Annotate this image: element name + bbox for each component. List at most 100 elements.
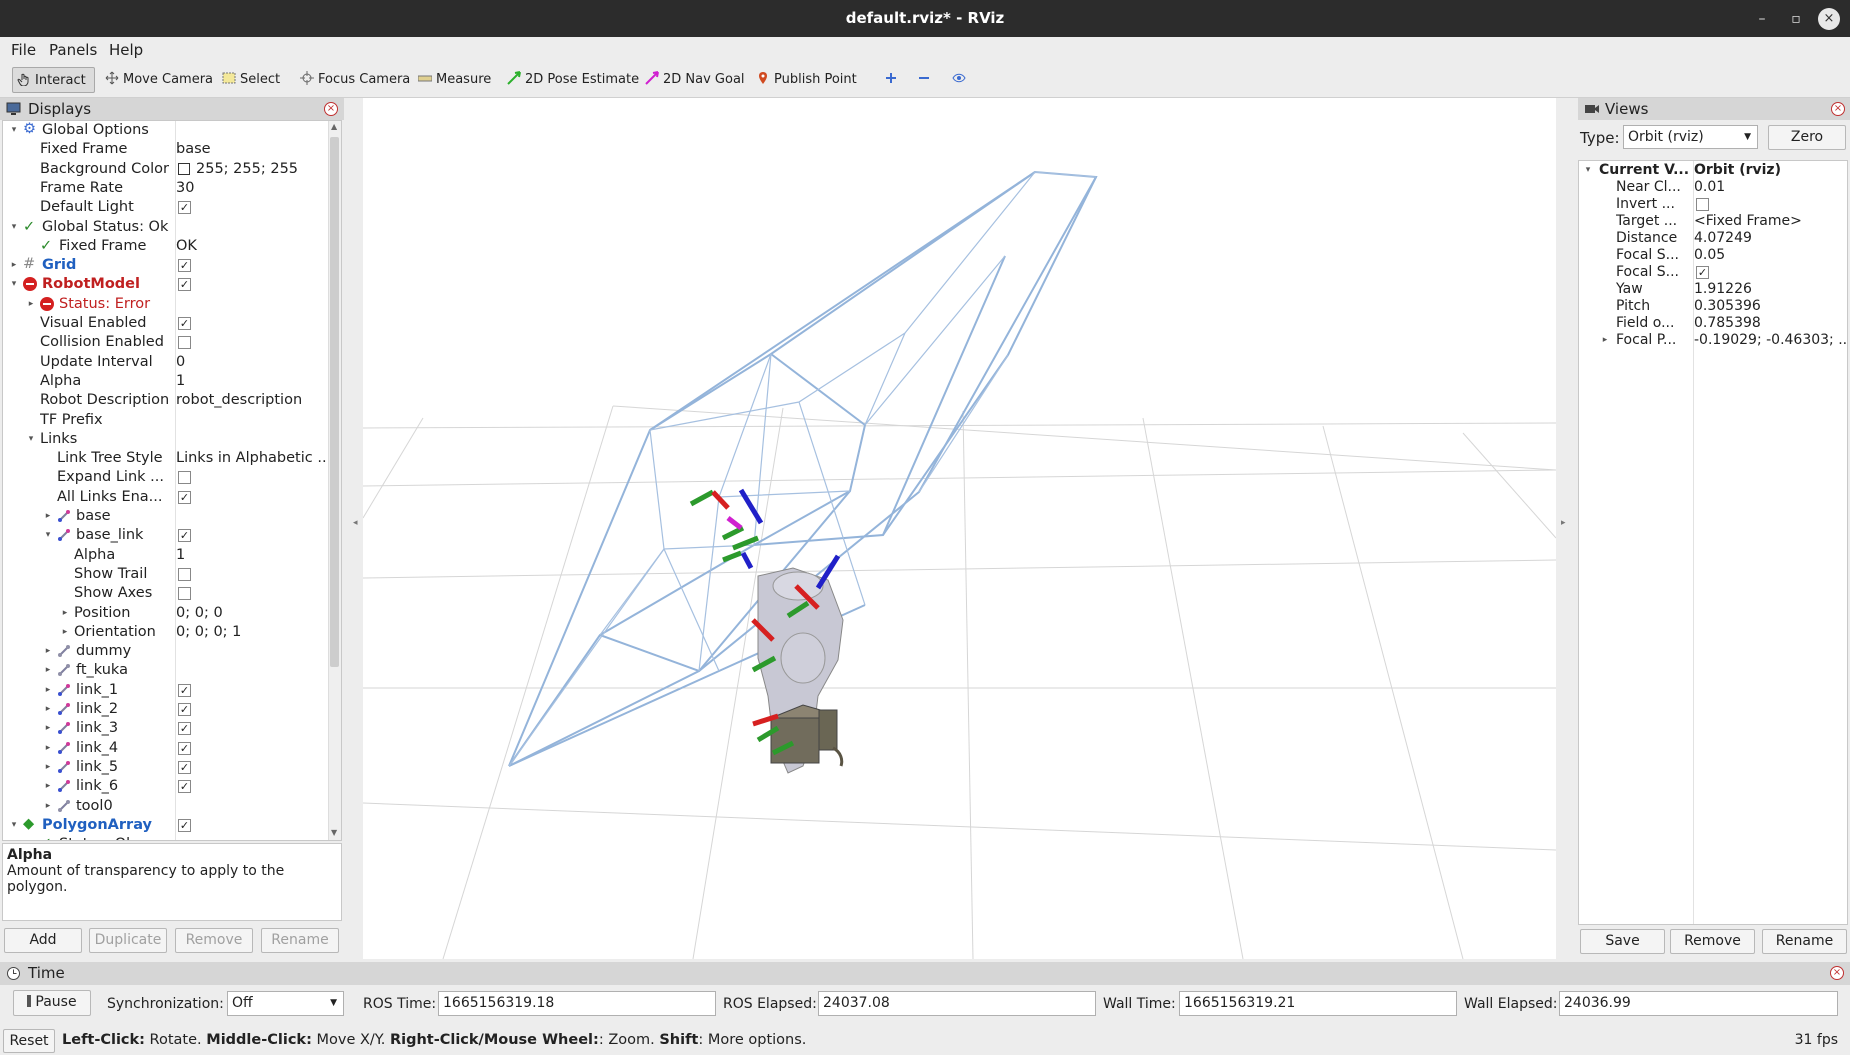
display-tree-row[interactable]: Visual Enabled ✓ xyxy=(3,314,329,333)
save-view-button[interactable]: Save xyxy=(1580,929,1665,954)
publish-point-tool-button[interactable]: Publish Point xyxy=(752,67,861,93)
collapse-right-icon[interactable]: ▸ xyxy=(1561,518,1566,528)
checkbox[interactable]: ✓ xyxy=(178,741,191,755)
add-tool-button[interactable] xyxy=(880,67,904,93)
expand-right-icon[interactable]: ▸ xyxy=(43,681,53,700)
display-tree-row[interactable]: TF Prefix xyxy=(3,411,329,430)
expand-right-icon[interactable]: ▸ xyxy=(9,256,19,275)
display-tree-row[interactable]: Fixed Frame base xyxy=(3,140,329,159)
right-dock-splitter[interactable]: ▸ xyxy=(1556,98,1574,959)
checkbox[interactable]: ✓ xyxy=(1696,266,1709,279)
view-property-value[interactable]: Orbit (rviz) xyxy=(1694,162,1846,179)
display-row-value[interactable]: OK xyxy=(176,237,326,256)
remove-view-button[interactable]: Remove xyxy=(1670,929,1755,954)
expand-down-icon[interactable]: ▾ xyxy=(43,526,53,545)
display-tree-row[interactable]: Collision Enabled xyxy=(3,333,329,352)
expand-down-icon[interactable]: ▾ xyxy=(9,275,19,294)
display-row-value[interactable]: robot_description xyxy=(176,391,326,410)
checkbox[interactable]: ✓ xyxy=(178,259,191,273)
expand-right-icon[interactable]: ▸ xyxy=(26,295,36,314)
ros-elapsed-field[interactable]: 24037.08 xyxy=(818,991,1096,1016)
display-tree-row[interactable]: ▸ link_1 ✓ xyxy=(3,681,329,700)
display-tree-row[interactable]: ▾ Links xyxy=(3,430,329,449)
display-row-value[interactable]: 1 xyxy=(176,372,326,391)
view-property-row[interactable]: ▾ Current V... Orbit (rviz) xyxy=(1579,162,1847,179)
expand-right-icon[interactable]: ▸ xyxy=(60,623,70,642)
expand-right-icon[interactable]: ▸ xyxy=(43,739,53,758)
checkbox[interactable] xyxy=(178,567,191,581)
ros-time-field[interactable]: 1665156319.18 xyxy=(438,991,716,1016)
sync-select[interactable]: Off ▼ xyxy=(227,991,344,1016)
views-close-icon[interactable]: × xyxy=(1831,102,1845,116)
displays-close-icon[interactable]: × xyxy=(324,102,338,116)
rename-view-button[interactable]: Rename xyxy=(1762,929,1847,954)
expand-down-icon[interactable]: ▾ xyxy=(9,121,19,140)
display-tree-row[interactable]: ▸ Status: Error xyxy=(3,295,329,314)
display-row-value[interactable]: 0; 0; 0; 1 xyxy=(176,623,326,642)
expand-down-icon[interactable]: ▾ xyxy=(26,430,36,449)
display-tree-row[interactable]: ✓ Fixed Frame OK xyxy=(3,237,329,256)
duplicate-display-button[interactable]: Duplicate xyxy=(89,928,167,953)
expand-down-icon[interactable]: ▾ xyxy=(9,218,19,237)
display-tree-row[interactable]: ▸ link_5 ✓ xyxy=(3,758,329,777)
display-tree-row[interactable]: Alpha 1 xyxy=(3,372,329,391)
display-tree-row[interactable]: Update Interval 0 xyxy=(3,353,329,372)
display-tree-row[interactable]: Frame Rate 30 xyxy=(3,179,329,198)
checkbox[interactable]: ✓ xyxy=(178,278,191,292)
checkbox[interactable]: ✓ xyxy=(178,760,191,774)
view-property-row[interactable]: Yaw 1.91226 xyxy=(1579,281,1847,298)
view-property-row[interactable]: Focal S... 0.05 xyxy=(1579,247,1847,264)
add-display-button[interactable]: Add xyxy=(4,928,82,953)
view-property-value[interactable]: 0.01 xyxy=(1694,179,1846,196)
view-property-value[interactable]: 0.785398 xyxy=(1694,315,1846,332)
checkbox[interactable] xyxy=(178,471,191,485)
maximize-button[interactable]: ▫ xyxy=(1785,8,1807,30)
view-property-value[interactable]: 0.05 xyxy=(1694,247,1846,264)
select-tool-button[interactable]: Select xyxy=(218,67,284,93)
view-property-row[interactable]: Distance 4.07249 xyxy=(1579,230,1847,247)
scroll-down-icon[interactable]: ▼ xyxy=(331,828,337,837)
checkbox[interactable]: ✓ xyxy=(178,490,191,504)
view-property-row[interactable]: Target ... <Fixed Frame> xyxy=(1579,213,1847,230)
display-tree-row[interactable]: Show Trail xyxy=(3,565,329,584)
checkbox[interactable]: ✓ xyxy=(178,703,191,716)
rename-display-button[interactable]: Rename xyxy=(261,928,339,953)
display-tree-row[interactable]: ▾ ⚙ Global Options xyxy=(3,121,329,140)
render-viewport[interactable] xyxy=(362,98,1557,960)
display-tree-row[interactable]: ▾ base_link ✓ xyxy=(3,526,329,545)
expand-right-icon[interactable]: ▸ xyxy=(1600,332,1610,349)
view-property-value[interactable]: <Fixed Frame> xyxy=(1694,213,1846,230)
display-tree-row[interactable]: Expand Link ... xyxy=(3,468,329,487)
expand-right-icon[interactable]: ▸ xyxy=(43,642,53,661)
display-tree-row[interactable]: ▸ link_6 ✓ xyxy=(3,777,329,796)
display-row-value[interactable]: 30 xyxy=(176,179,326,198)
view-property-value[interactable]: 1.91226 xyxy=(1694,281,1846,298)
display-tree-row[interactable]: ▸ ✓ Status: Ok xyxy=(3,835,329,840)
expand-right-icon[interactable]: ▸ xyxy=(43,719,53,738)
close-button[interactable]: × xyxy=(1818,8,1840,30)
expand-right-icon[interactable]: ▸ xyxy=(43,777,53,796)
view-property-value[interactable]: 0.305396 xyxy=(1694,298,1846,315)
view-tool-button[interactable] xyxy=(948,67,972,93)
scroll-up-icon[interactable]: ▲ xyxy=(331,122,337,131)
display-row-value[interactable]: 255; 255; 255 xyxy=(196,160,341,179)
expand-down-icon[interactable]: ▾ xyxy=(9,816,19,835)
display-tree-row[interactable]: Background Color 255; 255; 255 xyxy=(3,160,329,179)
expand-down-icon[interactable]: ▾ xyxy=(1583,162,1593,179)
display-tree-row[interactable]: ▸ Orientation 0; 0; 0; 1 xyxy=(3,623,329,642)
checkbox[interactable]: ✓ xyxy=(178,317,191,330)
expand-right-icon[interactable]: ▸ xyxy=(60,604,70,623)
nav-goal-tool-button[interactable]: 2D Nav Goal xyxy=(641,67,749,93)
pose-estimate-tool-button[interactable]: 2D Pose Estimate xyxy=(503,67,643,93)
menu-help[interactable]: Help xyxy=(109,41,143,59)
remove-tool-button[interactable] xyxy=(913,67,937,93)
expand-right-icon[interactable]: ▸ xyxy=(43,661,53,680)
display-row-value[interactable]: 1 xyxy=(176,546,326,565)
display-tree-row[interactable]: ▾ ✓ Global Status: Ok xyxy=(3,218,329,237)
view-property-row[interactable]: Invert ... xyxy=(1579,196,1847,213)
focus-camera-tool-button[interactable]: Focus Camera xyxy=(296,67,414,93)
checkbox[interactable] xyxy=(1696,198,1709,211)
checkbox[interactable]: ✓ xyxy=(178,683,191,697)
view-property-row[interactable]: Field o... 0.785398 xyxy=(1579,315,1847,332)
checkbox[interactable]: ✓ xyxy=(178,529,191,543)
